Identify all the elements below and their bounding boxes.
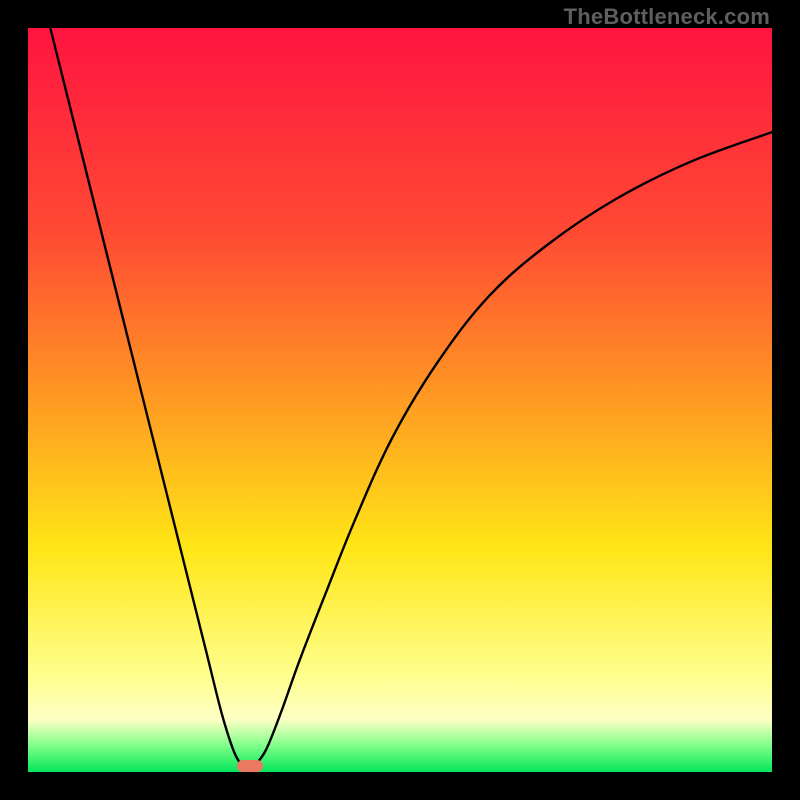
curve-right-branch [255, 132, 772, 765]
chart-frame: TheBottleneck.com [0, 0, 800, 800]
plot-area [28, 28, 772, 772]
watermark-text: TheBottleneck.com [564, 4, 770, 30]
bottleneck-curve [28, 28, 772, 772]
curve-left-branch [50, 28, 243, 765]
sweet-spot-marker [237, 760, 263, 772]
